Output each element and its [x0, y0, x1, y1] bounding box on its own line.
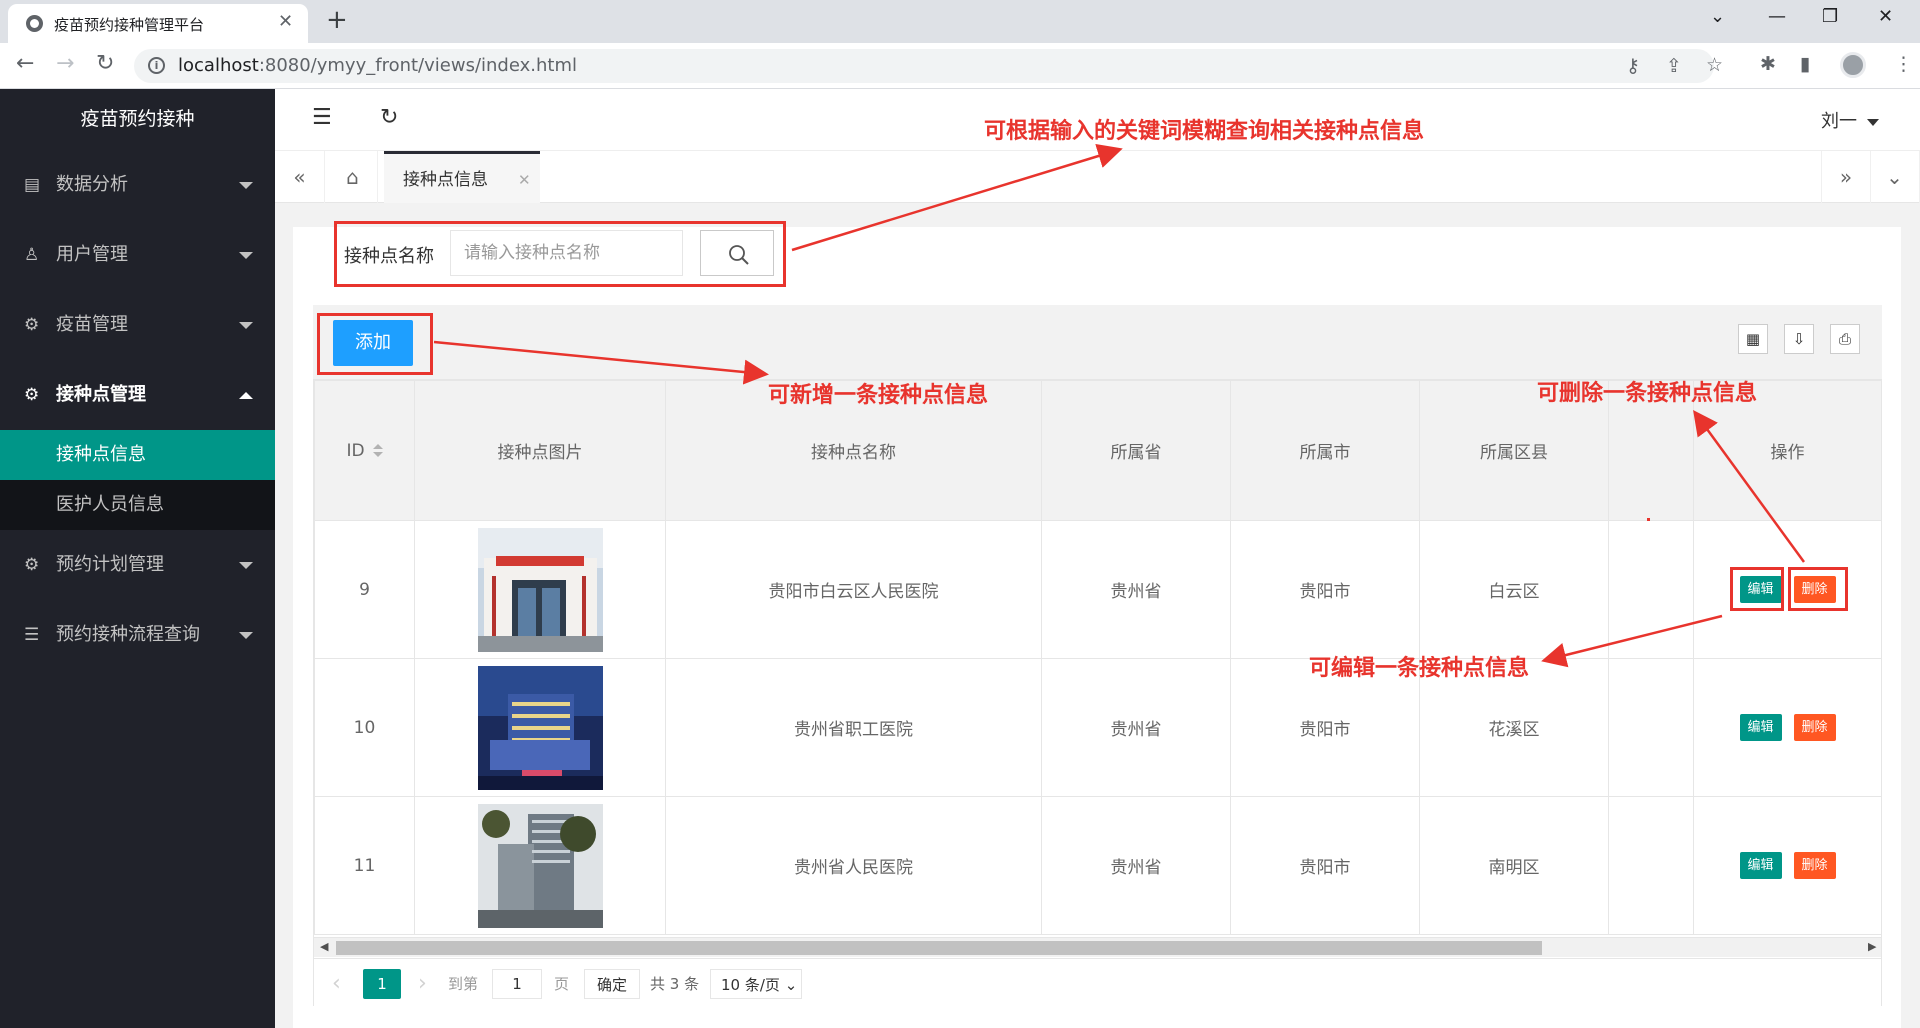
arrow-to-delete-note [1693, 409, 1806, 563]
annotation-edit: 可编辑一条接种点信息 [1309, 656, 1530, 681]
annotation-arrows [433, 143, 1806, 668]
arrow-to-search-note [791, 143, 1123, 252]
arrow-to-add-note [433, 340, 769, 385]
annotation-add: 可新增一条接种点信息 [768, 383, 989, 408]
annotation-delete: 可删除一条接种点信息 [1537, 381, 1758, 406]
stray-mark [1647, 518, 1650, 521]
arrow-to-edit-note [1541, 614, 1723, 668]
annotation-search: 可根据输入的关键词模糊查询相关接种点信息 [984, 119, 1425, 144]
